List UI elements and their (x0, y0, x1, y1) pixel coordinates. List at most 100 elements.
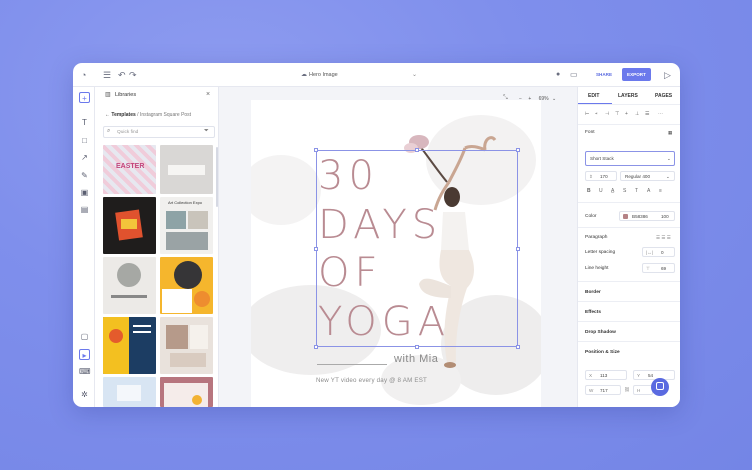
align-top-icon[interactable]: ⊤ (615, 111, 619, 117)
list-icon[interactable]: ≡ (659, 188, 662, 194)
add-icon[interactable]: + (79, 92, 90, 103)
design-page[interactable]: 30 DAYS OF YOGA with Mia New YT video ev… (251, 100, 541, 407)
frame-tool-icon[interactable]: ▢ (79, 331, 90, 342)
templates-tool-icon[interactable]: ▸ (79, 349, 90, 360)
scrollbar[interactable] (216, 147, 218, 207)
border-section[interactable]: Border (585, 289, 601, 296)
share-button[interactable]: SHARE (591, 68, 617, 81)
library-panel: ▥ Libraries × ← Templates / Instagram Sq… (95, 87, 219, 407)
letter-spacing-value: 0 (661, 250, 664, 255)
line-tool-icon[interactable]: ↗ (79, 152, 90, 163)
distribute-icon[interactable]: ☰ (645, 111, 649, 117)
pen-tool-icon[interactable]: ✎ (79, 170, 90, 181)
font-section-label: Font (585, 130, 595, 135)
thumb-label: EASTER (116, 163, 145, 170)
case-icon[interactable]: T (635, 188, 638, 194)
top-bar: ◔ ☰ ↶ ↷ ☁ Hero Image ⌄ ● ▭ SHARE EXPORT … (73, 63, 680, 87)
font-size-input[interactable]: ⇕ 170 (585, 171, 617, 181)
search-icon: ⌕ (107, 128, 111, 134)
breadcrumb-templates[interactable]: Templates (111, 112, 135, 118)
template-thumb[interactable] (103, 377, 156, 407)
position-x-input[interactable]: X 113 (585, 370, 627, 380)
filter-icon[interactable]: ⏷ (204, 128, 209, 135)
template-thumb[interactable] (160, 257, 213, 314)
template-thumb[interactable]: Art Collection Expo (160, 197, 213, 254)
size-w-input[interactable]: W 717 (585, 385, 621, 395)
align-right-icon[interactable]: ⊣ (605, 111, 609, 117)
more-icon[interactable]: ⋯ (658, 111, 663, 117)
shape-tool-icon[interactable]: □ (79, 135, 90, 146)
back-arrow-icon[interactable]: ← (105, 112, 110, 118)
template-thumb[interactable] (160, 317, 213, 374)
align-center-icon[interactable]: ⫞ (595, 111, 598, 117)
close-icon[interactable]: × (206, 90, 210, 100)
drop-shadow-section[interactable]: Drop Shadow (585, 329, 616, 336)
template-thumb[interactable] (103, 317, 156, 374)
component-tool-icon[interactable]: ▤ (79, 204, 90, 215)
underline-icon[interactable]: U (599, 188, 603, 194)
align-middle-icon[interactable]: + (625, 111, 628, 117)
paragraph-align-icon[interactable]: ☰ ☰ ☰ (656, 234, 671, 241)
properties-panel: EDIT LAYERS PAGES ⊢ ⫞ ⊣ ⊤ + ⊥ ☰ ⋯ Font ▦… (577, 87, 680, 407)
document-title[interactable]: Hero Image (309, 69, 338, 81)
font-weight-select[interactable]: Regular 400 ⌄ (620, 171, 675, 181)
align-left-icon[interactable]: ⊢ (585, 111, 589, 117)
app-logo-icon[interactable]: ◔ (81, 69, 86, 81)
paragraph-label: Paragraph (585, 235, 608, 240)
h-label: H (637, 388, 641, 393)
search-placeholder: Quick find (117, 130, 139, 135)
template-thumb[interactable] (160, 145, 213, 194)
settings-icon[interactable]: ✲ (79, 389, 90, 400)
with-mia-text[interactable]: with Mia (394, 353, 438, 365)
comment-icon[interactable]: ▭ (570, 69, 578, 81)
effects-section[interactable]: Effects (585, 309, 601, 316)
grid-icon[interactable]: ▦ (668, 129, 672, 136)
superscript-icon[interactable]: A (647, 188, 650, 194)
chevron-down-icon[interactable]: ⌄ (552, 96, 556, 102)
tab-layers[interactable]: LAYERS (618, 92, 638, 100)
play-icon[interactable]: ▷ (664, 69, 671, 81)
redo-icon[interactable]: ↷ (129, 69, 137, 81)
headline-line: OF (318, 250, 383, 296)
color-input[interactable]: B58386 100 (619, 211, 675, 221)
chat-support-button[interactable] (651, 378, 669, 396)
tab-edit[interactable]: EDIT (588, 92, 599, 100)
headline-line: YOGA (318, 298, 451, 345)
image-tool-icon[interactable]: ▣ (79, 187, 90, 198)
letter-spacing-input[interactable]: |↔| 0 (642, 247, 675, 257)
line-height-input[interactable]: ⊤ 69 (642, 263, 675, 273)
font-family-value: Short Stack (590, 156, 614, 161)
keyboard-icon[interactable]: ⌨ (79, 366, 91, 377)
menu-icon[interactable]: ☰ (103, 69, 111, 81)
letter-spacing-label: Letter spacing (585, 250, 616, 255)
template-thumb[interactable]: EASTER (103, 145, 156, 194)
size-h-input[interactable]: H (633, 385, 653, 395)
text-tool-icon[interactable]: T (79, 117, 90, 128)
subline-text[interactable]: New YT video every day @ 8 AM EST (316, 377, 427, 384)
align-bottom-icon[interactable]: ⊥ (635, 111, 639, 117)
color-swatch[interactable] (623, 214, 628, 219)
color-opacity-value: 100 (661, 214, 669, 219)
position-size-section[interactable]: Position & Size (585, 349, 620, 356)
link-icon[interactable]: ⛓ (624, 386, 630, 393)
headline-text[interactable]: 30 DAYS OF YOGA (318, 152, 518, 346)
font-family-select[interactable]: Short Stack ⌄ (585, 151, 675, 166)
template-thumb[interactable] (160, 377, 213, 407)
editor-window: ◔ ☰ ↶ ↷ ☁ Hero Image ⌄ ● ▭ SHARE EXPORT … (73, 63, 680, 407)
chevron-down-icon[interactable]: ⌄ (412, 69, 417, 81)
italic-icon[interactable]: A̲ (611, 188, 614, 194)
x-label: X (589, 373, 593, 378)
tab-pages[interactable]: PAGES (655, 92, 672, 100)
undo-icon[interactable]: ↶ (118, 69, 126, 81)
search-input[interactable]: ⌕ Quick find ⏷ (103, 126, 215, 138)
strikethrough-icon[interactable]: S (623, 188, 626, 194)
template-thumb[interactable] (103, 257, 156, 314)
position-y-input[interactable]: Y 54 (633, 370, 675, 380)
dot-icon[interactable]: ● (556, 69, 560, 81)
template-thumb[interactable] (103, 197, 156, 254)
export-button[interactable]: EXPORT (622, 68, 651, 81)
w-label: W (589, 388, 594, 393)
canvas-area[interactable]: ⤡ − + 69% ⌄ 30 DAYS OF YOGA with Mia New… (219, 87, 577, 407)
bold-icon[interactable]: B (587, 188, 591, 194)
line-height-icon: ⊤ (646, 266, 651, 271)
